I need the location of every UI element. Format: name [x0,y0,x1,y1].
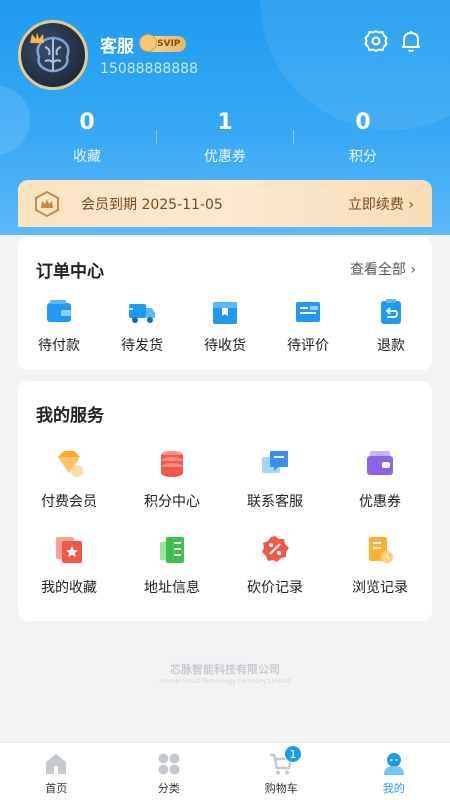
company-name-en: Xinmai Smart Technology Company Limited [159,678,291,685]
vip-crown-icon [139,34,157,52]
view-all-orders-link[interactable]: 查看全部 › [350,259,416,279]
avatar[interactable] [18,20,88,90]
coins-icon [161,451,183,477]
my-services-title: 我的服务 [36,406,104,426]
order-pending-review[interactable]: 待评价 [273,297,343,355]
order-pending-shipment[interactable]: 待发货 [107,297,177,355]
chat-icon [262,451,288,473]
tab-home[interactable]: 首页 [0,743,113,800]
service-label: 联系客服 [247,494,303,510]
stat-value: 0 [79,110,95,135]
order-pending-payment[interactable]: 待付款 [24,297,94,355]
service-label: 浏览记录 [352,580,408,596]
tab-label: 首页 [45,782,68,795]
service-browse-history[interactable]: 浏览记录 [330,533,430,597]
stat-value: 0 [355,110,371,135]
service-contact-support[interactable]: 联系客服 [225,447,325,511]
order-pending-receipt[interactable]: 待收货 [190,297,260,355]
review-icon [296,302,320,322]
service-label: 我的收藏 [41,580,97,596]
service-label: 积分中心 [144,494,200,510]
bottom-tab-bar: 首页 分类 购物车 我的 [0,742,450,800]
member-crown-icon [35,190,59,218]
stat-points[interactable]: 0 积分 [294,108,432,168]
service-my-favorites[interactable]: 我的收藏 [19,533,119,597]
service-bargain-records[interactable]: 砍价记录 [225,533,325,597]
service-address-info[interactable]: 地址信息 [122,533,222,597]
stats-row: 0 收藏 1 优惠券 0 积分 [18,108,432,168]
stat-label: 积分 [349,149,377,165]
coupon-wallet-icon [367,451,393,475]
tab-label: 购物车 [264,782,298,795]
tab-label: 我的 [382,782,405,795]
tab-profile[interactable]: 我的 [338,743,450,800]
service-label: 付费会员 [41,494,97,510]
discount-icon [262,536,289,562]
membership-bar[interactable]: 会员到期 2025-11-05 立即续费 › [18,180,432,227]
stat-value: 1 [217,110,233,135]
stat-coupons[interactable]: 1 优惠券 [156,108,294,168]
refund-icon [381,299,401,324]
settings-icon[interactable] [363,28,389,54]
order-center-card: 订单中心 查看全部 › 待付款 待发货 待收货 待评价 退款 [18,237,432,370]
my-services-card: 我的服务 付费会员 积分中心 联系客服 优惠券 我的收藏 地址信息 砍价记录 浏… [18,381,432,621]
tab-category[interactable]: 分类 [113,743,226,800]
stat-favorites[interactable]: 0 收藏 [18,108,156,168]
order-item-label: 待付款 [38,338,80,354]
order-center-title: 订单中心 [36,262,104,282]
tab-label: 分类 [157,782,180,795]
order-item-label: 待收货 [204,338,246,354]
company-name: 芯脉智能科技有限公司 [170,663,280,676]
stat-label: 收藏 [73,149,101,165]
renew-button[interactable]: 立即续费 › [348,194,414,214]
service-coupons[interactable]: 优惠券 [330,447,430,511]
service-label: 地址信息 [144,580,200,596]
stat-divider [156,130,157,144]
history-doc-icon [369,537,393,563]
order-refund[interactable]: 退款 [356,297,426,355]
service-points-center[interactable]: 积分中心 [122,447,222,511]
crown-icon [30,32,44,43]
diamond-icon [58,451,83,477]
service-label: 砍价记录 [247,580,303,596]
stat-label: 优惠券 [204,149,246,165]
order-item-label: 待评价 [287,338,329,354]
service-paid-member[interactable]: 付费会员 [19,447,119,511]
member-expiry: 会员到期 2025-11-05 [81,197,223,213]
home-icon [46,754,67,774]
bell-icon[interactable] [398,28,424,54]
username: 客服 [100,37,134,57]
box-icon [213,302,237,324]
wallet-icon [47,300,71,322]
truck-icon [127,304,155,323]
address-book-icon [160,537,184,563]
category-icon [158,753,180,775]
cart-count-badge: 1 [284,745,302,763]
vip-badge: SVIP [139,34,187,52]
tab-cart[interactable]: 购物车 [225,743,338,800]
star-card-icon [56,537,82,563]
order-item-label: 待发货 [121,338,163,354]
vip-label: SVIP [157,39,181,49]
service-label: 优惠券 [359,494,401,510]
order-item-label: 退款 [377,338,405,354]
profile-icon [383,753,404,775]
phone-number: 15088888888 [100,61,198,77]
